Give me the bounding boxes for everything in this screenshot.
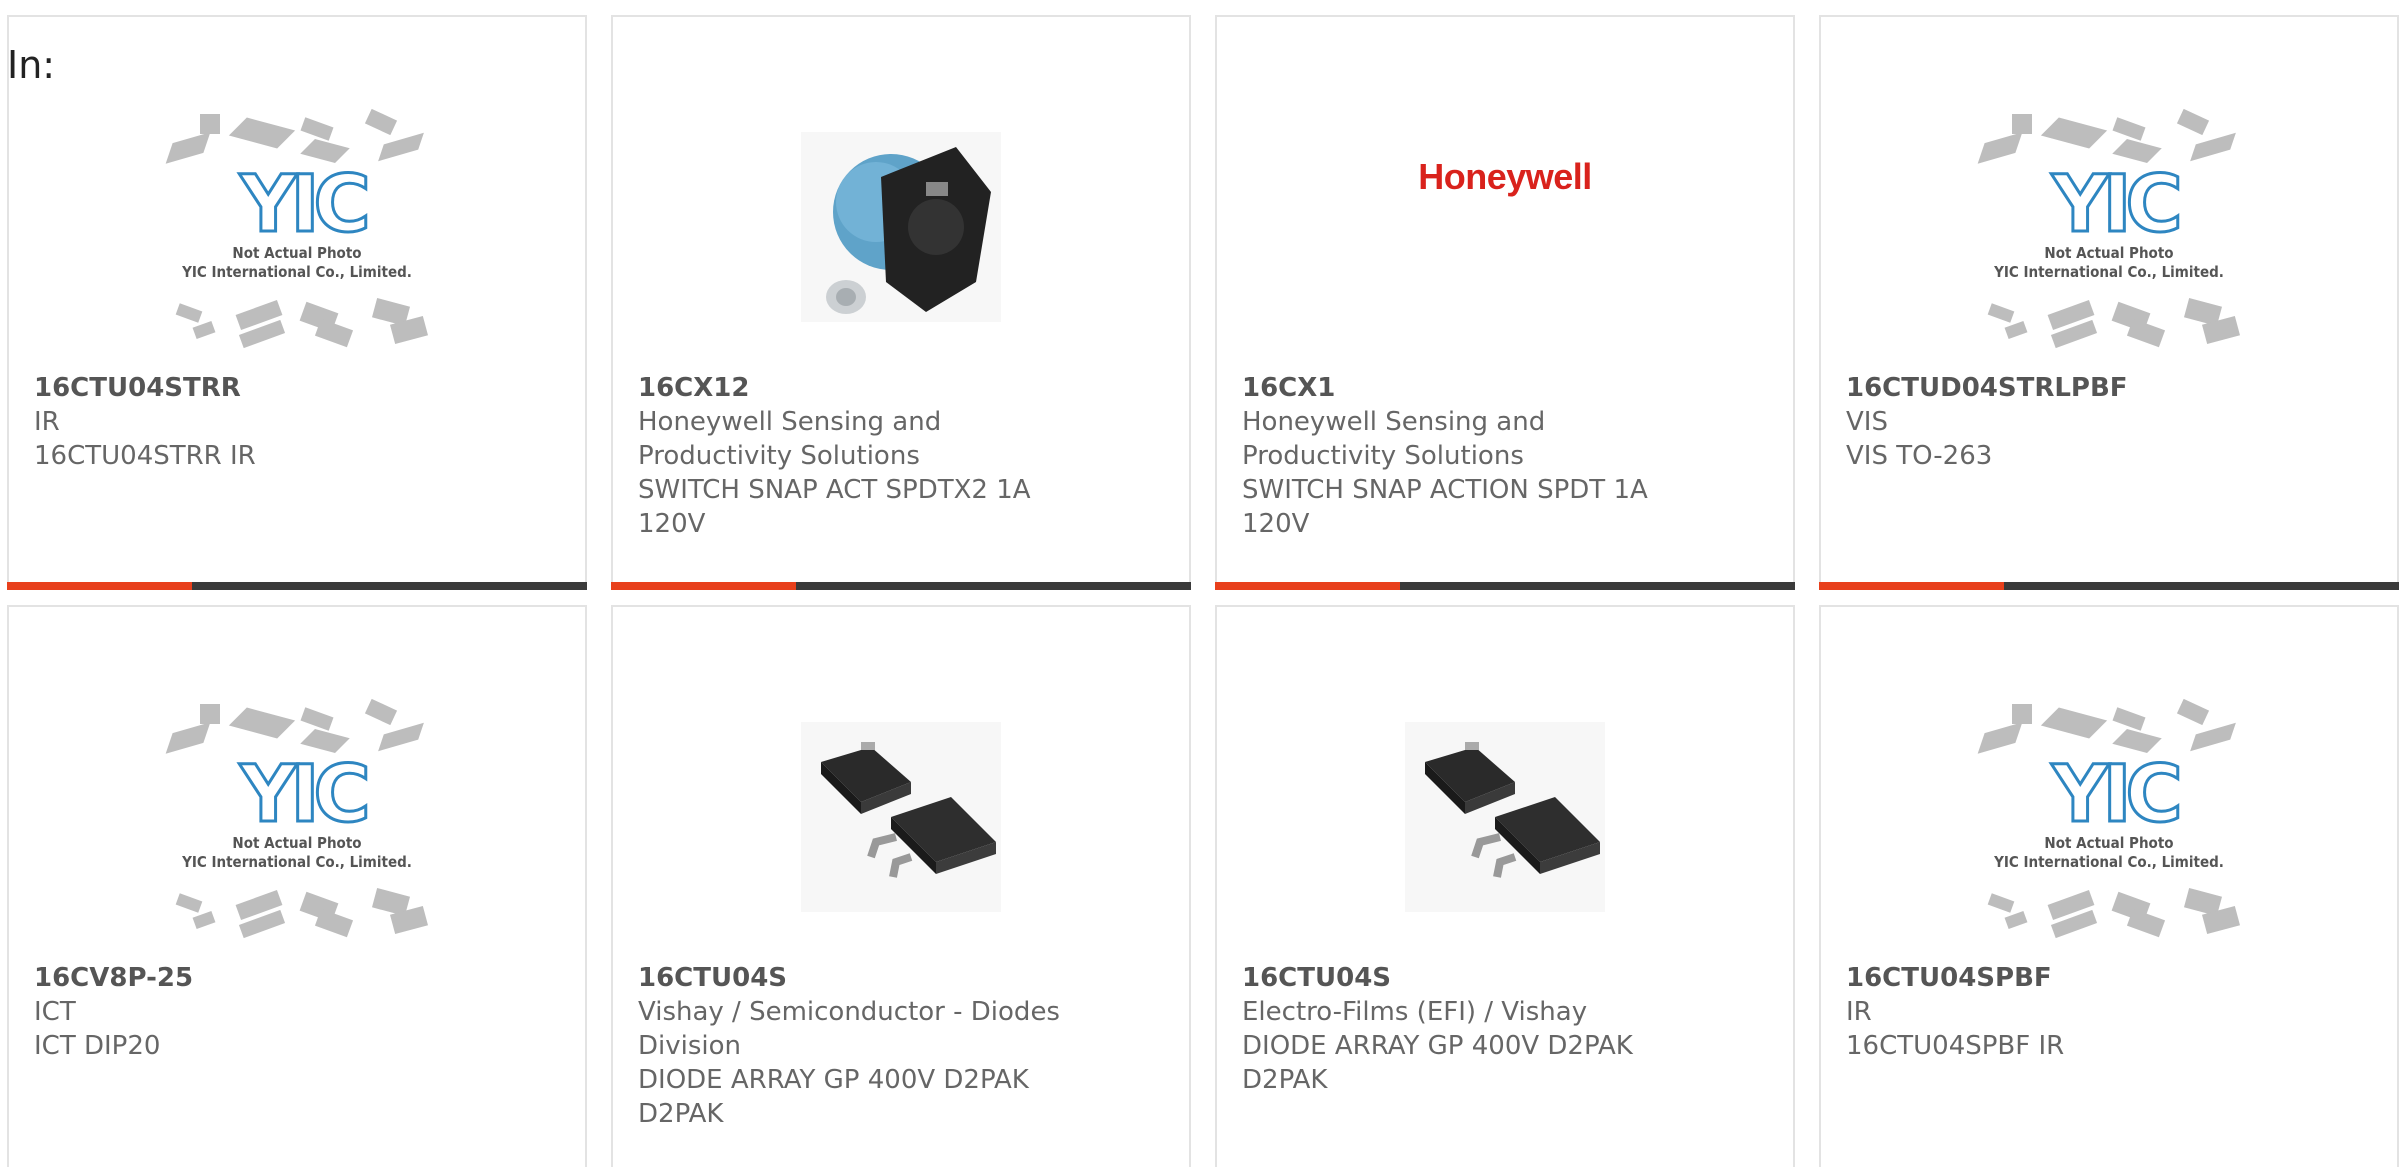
product-card[interactable]: YIC Not Actual Photo YIC International C… xyxy=(1819,605,2399,1167)
card-bar xyxy=(1215,582,1795,590)
part-number[interactable]: 16CV8P-25 xyxy=(34,961,565,995)
card-bar xyxy=(7,582,587,590)
product-image[interactable] xyxy=(613,677,1189,957)
product-card[interactable]: 16CTU04S Electro-Films (EFI) / Vishay DI… xyxy=(1215,605,1795,1167)
part-number[interactable]: 16CTUD04STRLPBF xyxy=(1846,371,2377,405)
product-card[interactable]: 16CX12 Honeywell Sensing and Productivit… xyxy=(611,15,1191,590)
part-number[interactable]: 16CTU04STRR xyxy=(34,371,565,405)
placeholder-icon: YIC Not Actual Photo YIC International C… xyxy=(162,692,432,942)
part-number[interactable]: 16CTU04S xyxy=(1242,961,1773,995)
honeywell-logo: Honeywell xyxy=(1418,156,1592,197)
manufacturer: ICT xyxy=(34,997,76,1027)
manufacturer: IR xyxy=(1846,997,1872,1027)
description: 16CTU04SPBF IR xyxy=(1846,1031,2065,1061)
part-number[interactable]: 16CTU04SPBF xyxy=(1846,961,2377,995)
product-grid-page: In: YIC Not Actual Photo YIC Internation… xyxy=(0,0,2400,1167)
d2pak-photo xyxy=(801,722,1001,912)
manufacturer: Vishay / Semiconductor - Diodes Division xyxy=(638,997,1060,1061)
part-number[interactable]: 16CTU04S xyxy=(638,961,1169,995)
manufacturer: Honeywell Sensing and Productivity Solut… xyxy=(638,407,942,471)
product-image[interactable] xyxy=(613,87,1189,367)
part-number[interactable]: 16CX12 xyxy=(638,371,1169,405)
switch-photo xyxy=(801,132,1001,322)
description: VIS TO-263 xyxy=(1846,441,1993,471)
description: DIODE ARRAY GP 400V D2PAK D2PAK xyxy=(1242,1031,1633,1095)
product-image[interactable]: YIC Not Actual Photo YIC International C… xyxy=(1821,677,2397,957)
description: DIODE ARRAY GP 400V D2PAK D2PAK xyxy=(638,1065,1029,1129)
manufacturer: IR xyxy=(34,407,60,437)
placeholder-icon: YIC Not Actual Photo YIC International C… xyxy=(1974,102,2244,352)
part-number[interactable]: 16CX1 xyxy=(1242,371,1773,405)
card-bar xyxy=(611,582,1191,590)
description: SWITCH SNAP ACT SPDTX2 1A 120V xyxy=(638,475,1031,539)
product-card[interactable]: 16CTU04S Vishay / Semiconductor - Diodes… xyxy=(611,605,1191,1167)
d2pak-photo xyxy=(1405,722,1605,912)
in-label: In: xyxy=(7,43,56,87)
placeholder-icon: YIC Not Actual Photo YIC International C… xyxy=(1974,692,2244,942)
card-bar xyxy=(1819,582,2399,590)
product-card[interactable]: YIC Not Actual Photo YIC International C… xyxy=(1819,15,2399,590)
description: 16CTU04STRR IR xyxy=(34,441,256,471)
product-card[interactable]: Honeywell 16CX1 Honeywell Sensing and Pr… xyxy=(1215,15,1795,590)
description: ICT DIP20 xyxy=(34,1031,161,1061)
product-card[interactable]: YIC Not Actual Photo YIC International C… xyxy=(7,15,587,590)
product-image[interactable]: YIC Not Actual Photo YIC International C… xyxy=(1821,87,2397,367)
manufacturer: Electro-Films (EFI) / Vishay xyxy=(1242,997,1588,1027)
product-image[interactable] xyxy=(1217,677,1793,957)
manufacturer: VIS xyxy=(1846,407,1888,437)
product-image[interactable]: Honeywell xyxy=(1217,87,1793,367)
placeholder-icon: YIC Not Actual Photo YIC International C… xyxy=(162,102,432,352)
product-image[interactable]: YIC Not Actual Photo YIC International C… xyxy=(9,87,585,367)
description: SWITCH SNAP ACTION SPDT 1A 120V xyxy=(1242,475,1648,539)
product-card[interactable]: YIC Not Actual Photo YIC International C… xyxy=(7,605,587,1167)
product-image[interactable]: YIC Not Actual Photo YIC International C… xyxy=(9,677,585,957)
manufacturer: Honeywell Sensing and Productivity Solut… xyxy=(1242,407,1546,471)
